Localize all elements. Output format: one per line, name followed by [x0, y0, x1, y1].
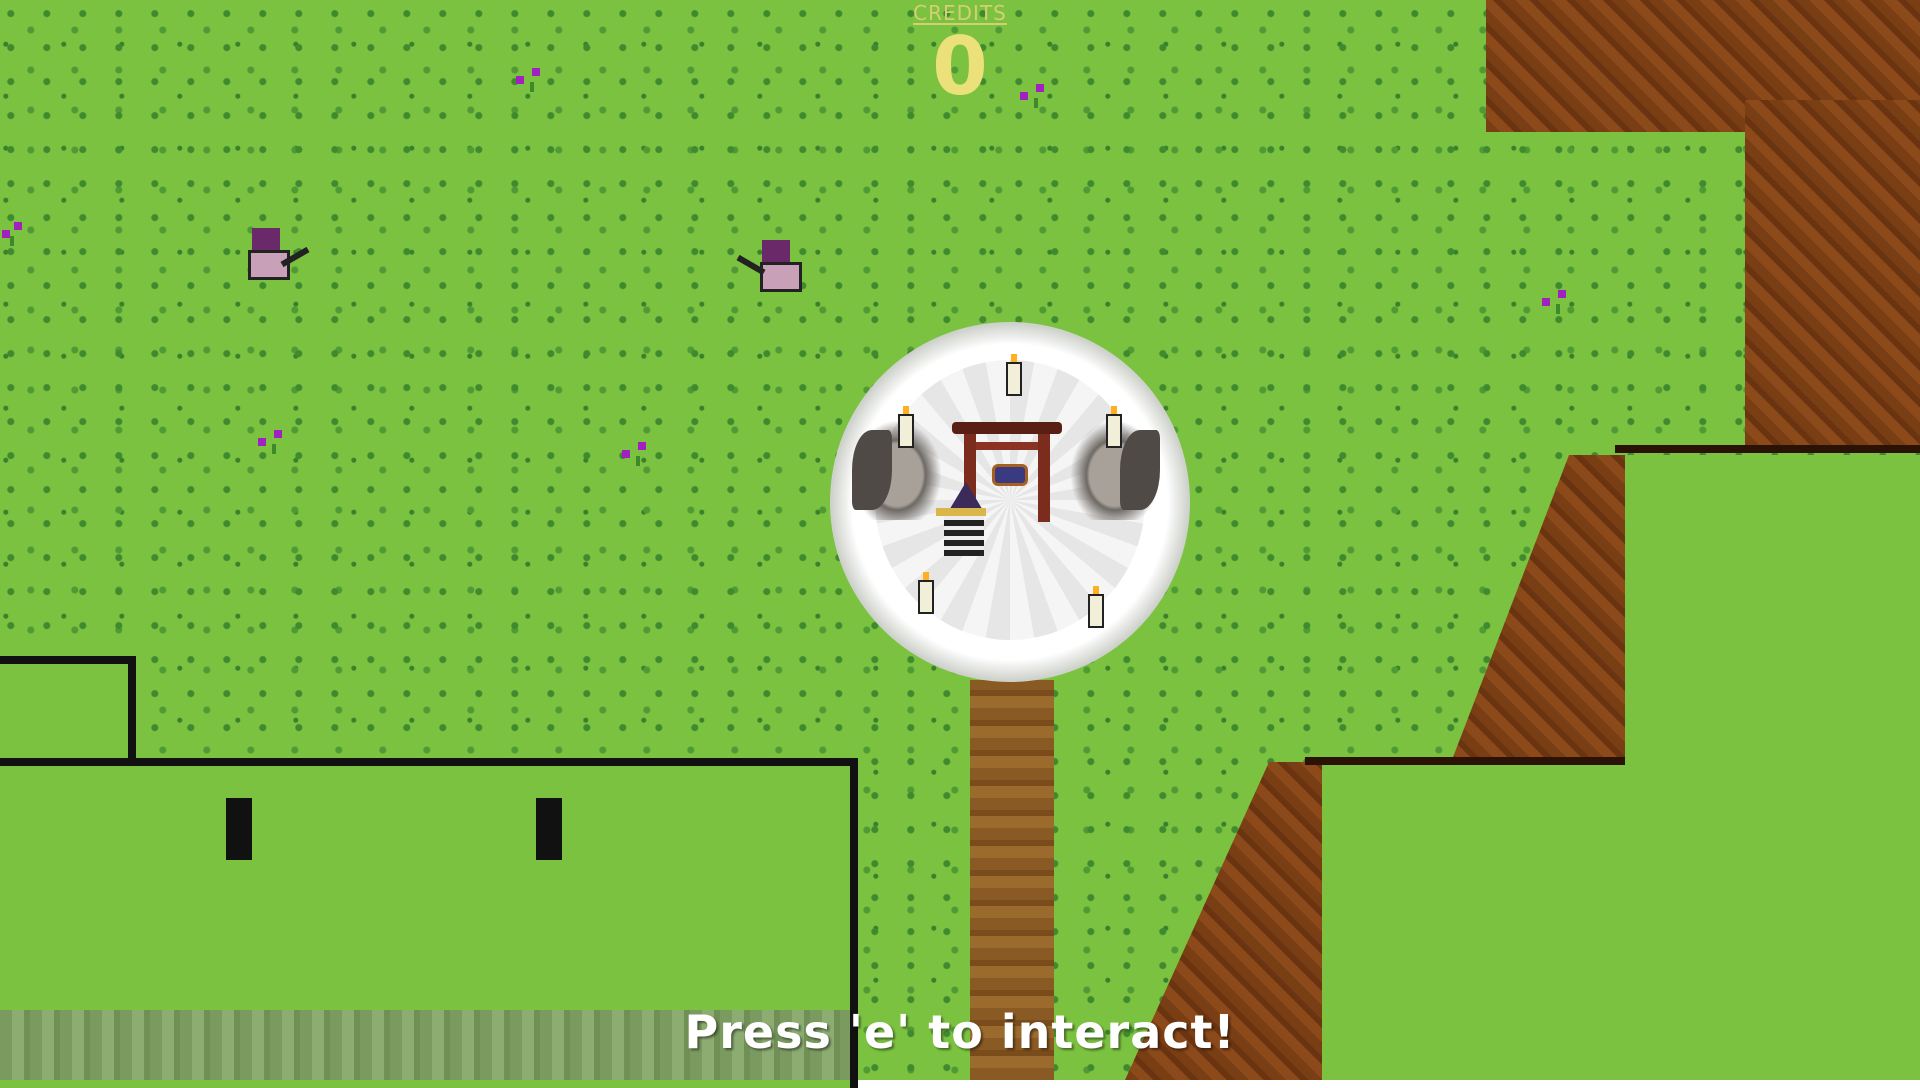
player-sprite: [930, 482, 1000, 562]
flower: [516, 68, 550, 92]
cliff-notch: [536, 798, 562, 860]
gargoyle-statue: [852, 420, 942, 520]
flower: [1542, 290, 1576, 314]
flower: [2, 222, 36, 246]
enemy-sprite[interactable]: [236, 224, 310, 284]
flower: [1020, 84, 1054, 108]
enemy-sprite[interactable]: [736, 236, 806, 296]
raised-grass-right: [1625, 455, 1920, 1080]
game-world: [0, 0, 1920, 1088]
cliff-edge-upper: [1615, 445, 1920, 453]
candle: [1006, 354, 1022, 396]
dirt-slope-upper: [1450, 455, 1625, 765]
candle: [898, 406, 914, 448]
candle: [1088, 586, 1104, 628]
flower: [258, 430, 292, 454]
candle: [1106, 406, 1122, 448]
cliff-ledge-upper-left: [0, 656, 136, 764]
cliff-edge-lower: [1305, 757, 1625, 765]
candle: [918, 572, 934, 614]
interact-prompt: Press 'e' to interact!: [684, 1005, 1236, 1059]
flower: [622, 442, 656, 466]
dirt-patch-right-column: [1745, 100, 1920, 445]
cliff-notch: [226, 798, 252, 860]
